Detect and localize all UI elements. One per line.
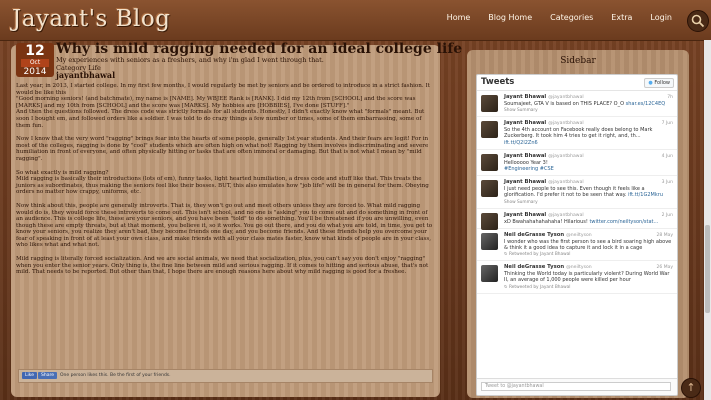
date-day: 12 bbox=[25, 43, 45, 59]
show-summary-link[interactable]: Show Summary bbox=[504, 200, 674, 205]
scrollbar-thumb[interactable] bbox=[705, 225, 710, 313]
post-title: Why is mild ragging needed for an ideal … bbox=[56, 41, 463, 57]
tweet-author[interactable]: Neil deGrasse Tyson bbox=[504, 232, 564, 238]
post-paragraph: And then the questions followed. The dre… bbox=[16, 109, 425, 129]
date-month: Oct bbox=[21, 59, 49, 67]
nav-blog-home[interactable]: Blog Home bbox=[479, 13, 541, 22]
top-bar: Jayant's Blog Home Blog Home Categories … bbox=[0, 0, 711, 41]
post-author[interactable]: jayantbhawal bbox=[56, 71, 324, 80]
post-paragraph: Now think about this, people are general… bbox=[16, 202, 433, 249]
tweets-header: Tweets ● Follow bbox=[477, 75, 677, 91]
nav-categories[interactable]: Categories bbox=[541, 13, 602, 22]
search-icon bbox=[691, 14, 705, 28]
tweet-item[interactable]: Jayant Bhawal @jayantbhawal 7 Jun So the … bbox=[477, 117, 677, 150]
retweeted-by: Retweeted by Jayant Bhawal bbox=[508, 284, 571, 290]
twitter-bird-icon: ● bbox=[648, 80, 653, 86]
avatar[interactable] bbox=[481, 121, 498, 139]
tweet-hashtags[interactable]: #Engineering #CSE bbox=[504, 166, 554, 172]
tweet-handle[interactable]: @jayantbhawal bbox=[548, 121, 583, 126]
arrow-up-icon: ↑ bbox=[686, 381, 696, 394]
tweet-date[interactable]: 26 May bbox=[657, 265, 673, 270]
twitter-widget: Tweets ● Follow Jayant Bhawal @jayantbhaw… bbox=[476, 74, 678, 396]
tweet-handle[interactable]: @jayantbhawal bbox=[548, 95, 583, 100]
tweet-handle[interactable]: @neiltyson bbox=[566, 265, 592, 270]
tweet-author[interactable]: Jayant Bhawal bbox=[504, 153, 546, 159]
post-paragraph: Mild ragging is basically their introduc… bbox=[16, 176, 429, 196]
avatar[interactable] bbox=[481, 95, 498, 112]
tweet-handle[interactable]: @neiltyson bbox=[566, 233, 592, 238]
tweet-handle[interactable]: @jayantbhawal bbox=[548, 180, 583, 185]
tweet-link[interactable]: ift.tt/1G2Mkru bbox=[628, 192, 663, 198]
tweet-item[interactable]: Jayant Bhawal @jayantbhawal 3 Jun I just … bbox=[477, 176, 677, 209]
avatar[interactable] bbox=[481, 265, 498, 283]
post-paragraph: Last year, in 2013, I started college. I… bbox=[16, 83, 430, 96]
nav-login[interactable]: Login bbox=[641, 13, 681, 22]
tweet-list[interactable]: Jayant Bhawal @jayantbhawal 7h Soumajeet,… bbox=[477, 91, 677, 377]
blog-title[interactable]: Jayant's Blog bbox=[12, 6, 170, 32]
tweet-item[interactable]: Jayant Bhawal @jayantbhawal 7h Soumajeet,… bbox=[477, 91, 677, 118]
post-paragraph: "Good morning seniors! (and batchmate), … bbox=[16, 96, 416, 109]
avatar[interactable] bbox=[481, 232, 498, 250]
tweet-link[interactable]: twitter.com/neiltyson/stat... bbox=[589, 219, 658, 225]
tweet-text: I just need people to see this. Even tho… bbox=[504, 186, 645, 199]
show-summary-link[interactable]: Show Summary bbox=[504, 108, 674, 113]
retweet-icon: ↻ bbox=[504, 252, 508, 258]
like-button[interactable]: Like bbox=[22, 372, 37, 379]
tweet-date[interactable]: 28 May bbox=[657, 233, 673, 238]
tweet-date[interactable]: 3 Jun bbox=[662, 180, 673, 185]
tweet-date[interactable]: 7 Jun bbox=[662, 121, 673, 126]
post-meta: My experiences with seniors as a fresher… bbox=[56, 56, 324, 80]
scroll-to-top-button[interactable]: ↑ bbox=[681, 378, 701, 398]
post-body: Last year, in 2013, I started college. I… bbox=[16, 83, 434, 283]
tweet-handle[interactable]: @jayantbhawal bbox=[548, 154, 583, 159]
sidebar-title: Sidebar bbox=[560, 56, 596, 66]
tweet-handle[interactable]: @jayantbhawal bbox=[548, 213, 583, 218]
avatar[interactable] bbox=[481, 180, 498, 198]
tweet-date[interactable]: 4 Jun bbox=[662, 154, 673, 159]
share-button[interactable]: Share bbox=[37, 372, 57, 379]
tweet-input[interactable]: Tweet to @jayantbhawal bbox=[481, 382, 671, 391]
tweet-text: So the 4th account on Facebook really do… bbox=[504, 127, 653, 140]
post-paragraph: Mild ragging is literally forced sociali… bbox=[16, 256, 429, 276]
main-nav: Home Blog Home Categories Extra Login bbox=[438, 13, 681, 22]
tweet-date[interactable]: 7h bbox=[667, 95, 673, 100]
tweet-author[interactable]: Jayant Bhawal bbox=[504, 94, 546, 100]
tweet-item[interactable]: Jayant Bhawal @jayantbhawal 2 Jun xD Bwah… bbox=[477, 209, 677, 230]
avatar[interactable] bbox=[481, 153, 498, 171]
tweet-link[interactable]: ift.tt/Q2l2Zn6 bbox=[504, 140, 538, 146]
page-scrollbar[interactable] bbox=[704, 40, 711, 400]
post-card: 12 Oct 2014 Why is mild ragging needed f… bbox=[11, 41, 462, 397]
avatar[interactable] bbox=[481, 212, 498, 230]
date-year: 2014 bbox=[23, 67, 47, 77]
nav-home[interactable]: Home bbox=[438, 13, 480, 22]
nav-extra[interactable]: Extra bbox=[602, 13, 641, 22]
retweet-icon: ↻ bbox=[504, 284, 508, 290]
date-badge: 12 Oct 2014 bbox=[16, 43, 54, 77]
follow-button[interactable]: ● Follow bbox=[644, 78, 674, 88]
tweet-author[interactable]: Neil deGrasse Tyson bbox=[504, 264, 564, 270]
tweet-compose-area: Tweet to @jayantbhawal bbox=[477, 378, 677, 395]
tweet-item[interactable]: Neil deGrasse Tyson @neiltyson 26 May Thi… bbox=[477, 261, 677, 294]
like-count-text: One person likes this. Be the first of y… bbox=[59, 373, 171, 378]
tweet-text: Hellooooo Year 3! bbox=[504, 159, 548, 166]
tweet-link[interactable]: shar.es/12C4EQ bbox=[626, 101, 666, 107]
tweet-item[interactable]: Neil deGrasse Tyson @neiltyson 28 May I w… bbox=[477, 229, 677, 262]
sidebar: Sidebar Tweets ● Follow Jayant Bhawal @ja… bbox=[467, 50, 689, 398]
tweet-text: Soumajeet, GTA V is based on THIS PLACE?… bbox=[504, 101, 625, 107]
tweet-text: xD Bwahahahahahaha! Hilarious! bbox=[504, 218, 588, 225]
retweeted-by: Retweeted by Jayant Bhawal bbox=[508, 252, 571, 258]
tweet-date[interactable]: 2 Jun bbox=[662, 213, 673, 218]
tweet-item[interactable]: Jayant Bhawal @jayantbhawal 4 Jun Hellooo… bbox=[477, 150, 677, 177]
post-paragraph: Now I know that the very word "ragging" … bbox=[16, 136, 429, 162]
tweet-author[interactable]: Jayant Bhawal bbox=[504, 179, 546, 185]
tweet-author[interactable]: Jayant Bhawal bbox=[504, 120, 546, 126]
facebook-like-bar: Like Share One person likes this. Be the f… bbox=[18, 369, 433, 383]
search-button[interactable] bbox=[687, 10, 709, 32]
tweet-text: Thinking the World today is particularly… bbox=[504, 271, 670, 284]
tweet-author[interactable]: Jayant Bhawal bbox=[504, 212, 546, 218]
tweet-text: I wonder who was the first person to see… bbox=[504, 238, 672, 252]
tweets-title: Tweets bbox=[481, 77, 515, 87]
